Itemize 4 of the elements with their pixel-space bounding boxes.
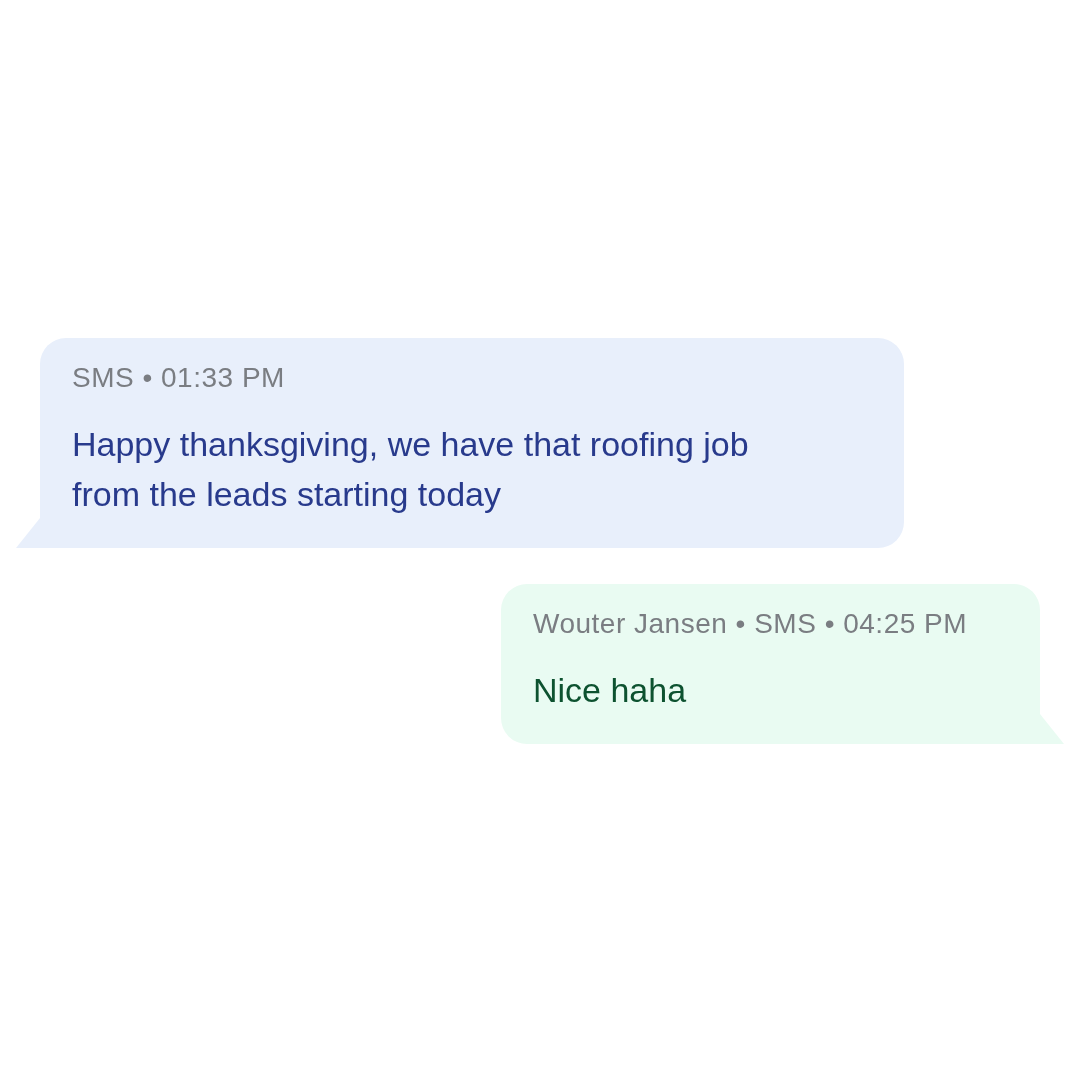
message-meta: Wouter Jansen • SMS • 04:25 PM [533, 608, 969, 640]
message-text: Nice haha [533, 670, 688, 711]
message-meta: SMS • 01:33 PM [72, 362, 286, 394]
message-text: Happy thanksgiving, we have that roofing job from the leads starting today [72, 424, 750, 515]
